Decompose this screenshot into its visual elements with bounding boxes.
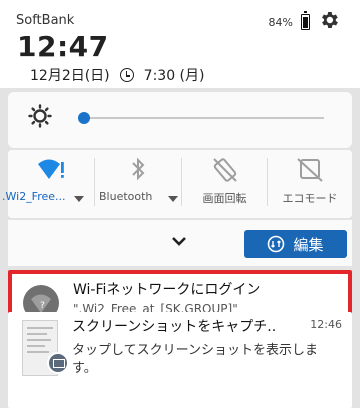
- eco-off-icon: [297, 158, 323, 182]
- tile-wifi[interactable]: .Wi2_Free...: [2, 150, 94, 218]
- brightness-slider-thumb[interactable]: [78, 112, 90, 124]
- edit-button[interactable]: 編集: [244, 230, 347, 258]
- bluetooth-off-icon: [132, 157, 145, 181]
- notification-body-continued: す。: [72, 361, 97, 376]
- svg-text:?: ?: [40, 301, 45, 311]
- tile-rotation-label: 画面回転: [202, 192, 247, 205]
- alarm-icon: [119, 68, 134, 82]
- quick-settings-tiles: .Wi2_Free... Bluetooth 画面回転 エコモード: [2, 150, 352, 218]
- date-row: 12月2日(日) 7:30 (月): [30, 65, 204, 85]
- edit-button-label: 編集: [293, 235, 324, 254]
- tile-eco-label: エコモード: [282, 192, 338, 205]
- tile-bluetooth-label: Bluetooth: [99, 190, 153, 203]
- tile-rotation[interactable]: 画面回転: [182, 150, 267, 218]
- alarm-time[interactable]: 7:30 (月): [144, 65, 205, 85]
- carrier-name: SoftBank: [16, 13, 75, 28]
- screenshot-icon: [47, 352, 69, 374]
- shade-actions: 編集: [8, 220, 352, 266]
- date-text[interactable]: 12月2日(日): [30, 65, 110, 85]
- tile-eco-mode[interactable]: エコモード: [268, 150, 352, 218]
- battery-icon: [301, 11, 310, 30]
- rotate-off-icon: [212, 158, 237, 182]
- chevron-down-icon[interactable]: [168, 196, 178, 202]
- brightness-slider-track[interactable]: [84, 117, 324, 119]
- settings-gear-icon[interactable]: [318, 9, 340, 35]
- tile-wifi-label: .Wi2_Free...: [2, 190, 66, 203]
- notification-body: タップしてスクリーンショットを表示しま: [72, 343, 318, 358]
- notification-time: 12:46: [310, 318, 342, 331]
- clock-time: 12:47: [17, 30, 109, 63]
- status-right: 84%: [269, 9, 340, 35]
- battery-percent: 84%: [268, 15, 293, 29]
- screenshot-notification[interactable]: スクリーンショットをキャプチ.. 12:46 タップしてスクリーンショットを表示…: [8, 312, 352, 408]
- brightness-panel: [8, 92, 352, 148]
- notification-title: スクリーンショットをキャプチ..: [72, 319, 277, 335]
- notification-title: Wi-Fiネットワークにログイン: [73, 282, 261, 298]
- brightness-icon: [28, 104, 52, 128]
- tile-bluetooth[interactable]: Bluetooth: [95, 150, 181, 218]
- edit-icon: [268, 235, 285, 253]
- chevron-down-icon[interactable]: [74, 196, 84, 202]
- wifi-alert-icon: [38, 159, 64, 179]
- expand-chevron-icon[interactable]: [168, 230, 190, 252]
